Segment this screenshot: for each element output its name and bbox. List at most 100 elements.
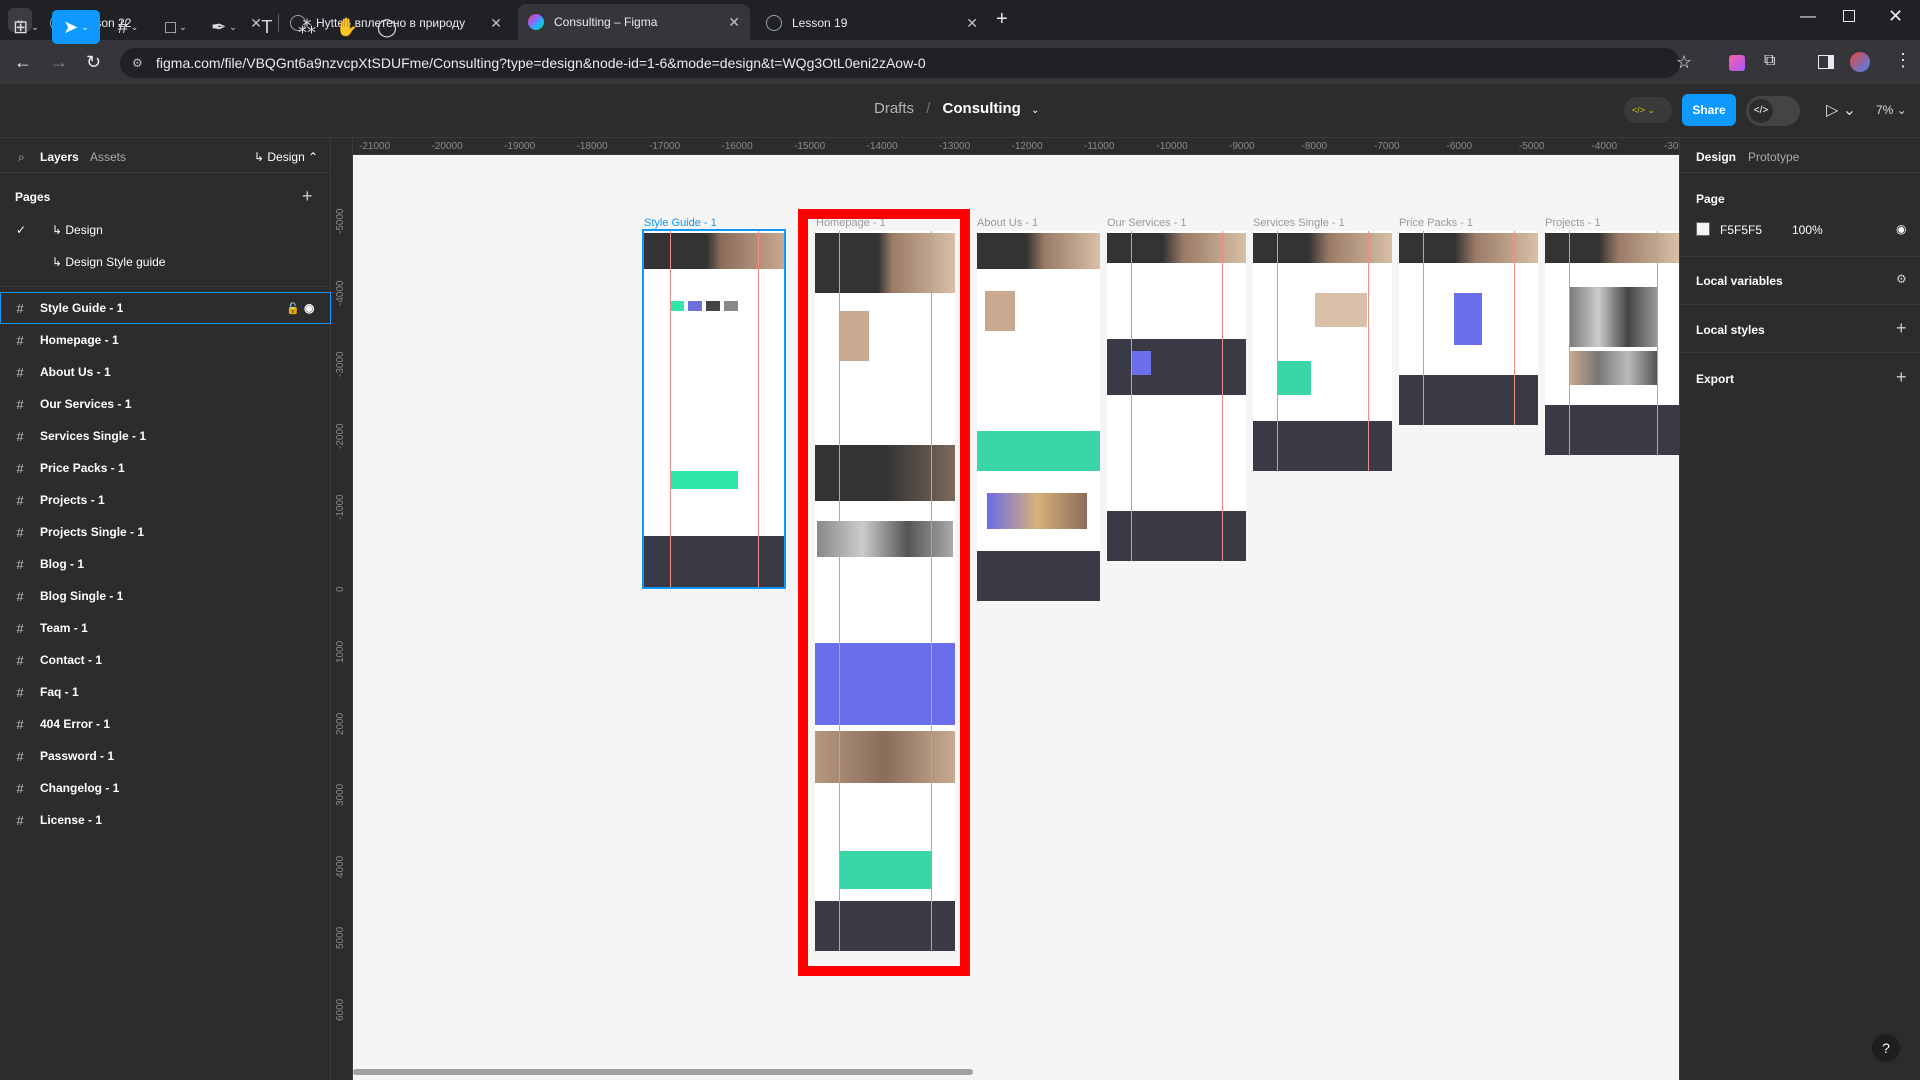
layer-changelog[interactable]: # Changelog - 1 (0, 772, 331, 804)
page-color-swatch[interactable] (1696, 222, 1710, 236)
layer-projects[interactable]: # Projects - 1 (0, 484, 331, 516)
layer-services-single[interactable]: # Services Single - 1 (0, 420, 331, 452)
tab-design[interactable]: Design (1696, 150, 1736, 164)
horizontal-scrollbar[interactable] (353, 1069, 973, 1075)
share-button[interactable]: Share (1682, 94, 1736, 126)
file-name[interactable]: Consulting (943, 100, 1021, 117)
frame-style-guide[interactable] (642, 229, 786, 589)
sidebar-toggle-icon[interactable] (1818, 55, 1834, 69)
bookmark-star-icon[interactable]: ☆ (1676, 52, 1692, 73)
minimize-button[interactable]: — (1800, 8, 1816, 26)
layer-faq[interactable]: # Faq - 1 (0, 676, 331, 708)
dev-mode-badge[interactable]: </> ⌄ (1624, 97, 1672, 123)
frame-price-packs[interactable] (1399, 231, 1538, 425)
frame-projects[interactable] (1545, 231, 1679, 455)
frame-tool-icon[interactable]: # ⌄ (110, 10, 146, 44)
frame-label-price-packs[interactable]: Price Packs - 1 (1399, 217, 1473, 229)
reload-icon[interactable]: ↻ (86, 52, 101, 73)
lock-icon[interactable]: 🔓 (286, 302, 300, 315)
zoom-level[interactable]: 7% ⌄ (1876, 103, 1907, 117)
resources-icon[interactable]: ⁂ (292, 10, 322, 44)
browser-menu-icon[interactable]: ⋮ (1894, 50, 1912, 71)
breadcrumb-separator: / (926, 100, 931, 117)
ruler-tick-label: -7000 (1374, 141, 1400, 152)
layer-homepage[interactable]: # Homepage - 1 (0, 324, 331, 356)
layer-license[interactable]: # License - 1 (0, 804, 331, 836)
breadcrumb-drafts[interactable]: Drafts (874, 100, 914, 117)
shape-tool-icon[interactable]: □ ⌄ (158, 10, 194, 44)
frame-label-our-services[interactable]: Our Services - 1 (1107, 217, 1186, 229)
new-tab-button[interactable]: + (996, 8, 1008, 31)
layout-grid-line (1368, 231, 1369, 471)
chevron-down-icon[interactable]: ⌄ (1031, 105, 1039, 116)
comment-tool-icon[interactable]: ◯ (372, 10, 402, 44)
browser-tab-lesson19[interactable]: Lesson 19 ✕ (756, 6, 988, 40)
add-export-icon[interactable]: + (1896, 367, 1907, 388)
move-tool-icon[interactable]: ➤ ⌄ (52, 10, 100, 44)
search-icon[interactable]: ⌕ (18, 150, 25, 165)
page-item-design[interactable]: ✓ ↳ Design (0, 214, 331, 246)
layer-blog[interactable]: # Blog - 1 (0, 548, 331, 580)
layer-price-packs[interactable]: # Price Packs - 1 (0, 452, 331, 484)
tab-assets[interactable]: Assets (90, 150, 126, 164)
ruler-horizontal: -21000 -20000 -19000 -18000 -17000 -16000 -150… (353, 138, 1679, 155)
eye-icon[interactable]: ◉ (304, 301, 314, 315)
layer-contact[interactable]: # Contact - 1 (0, 644, 331, 676)
present-play-icon[interactable]: ▷ ⌄ (1826, 100, 1856, 120)
add-page-icon[interactable]: + (302, 186, 313, 207)
frame-services-single[interactable] (1253, 231, 1392, 471)
team-photos (987, 493, 1087, 529)
swatch (688, 301, 702, 311)
cta-block (670, 471, 738, 489)
hand-tool-icon[interactable]: ✋ (332, 10, 362, 44)
frame-about-us[interactable] (977, 231, 1100, 601)
page-color-value[interactable]: F5F5F5 (1720, 223, 1762, 237)
profile-avatar[interactable] (1850, 52, 1870, 72)
frame-label-style-guide[interactable]: Style Guide - 1 (644, 217, 717, 229)
layer-password[interactable]: # Password - 1 (0, 740, 331, 772)
close-window-button[interactable]: ✕ (1888, 6, 1903, 27)
site-info-icon[interactable]: ⚙ (132, 48, 143, 78)
frame-label-services-single[interactable]: Services Single - 1 (1253, 217, 1345, 229)
pen-tool-icon[interactable]: ✒ ⌄ (206, 10, 242, 44)
ruler-tick-label: -14000 (866, 141, 898, 152)
restore-button[interactable] (1843, 10, 1855, 22)
layer-blog-single[interactable]: # Blog Single - 1 (0, 580, 331, 612)
ruler-tick-label: -19000 (504, 141, 536, 152)
local-variables-label[interactable]: Local variables (1696, 274, 1783, 288)
close-icon[interactable]: ✕ (966, 15, 978, 32)
page-opacity-value[interactable]: 100% (1792, 223, 1823, 237)
layer-style-guide[interactable]: # Style Guide - 1 🔓 ◉ (0, 292, 331, 324)
layout-grid-line (1277, 231, 1278, 471)
layer-404-error[interactable]: #404 Error - 1 (0, 708, 331, 740)
tab-prototype[interactable]: Prototype (1748, 150, 1799, 164)
main-menu-icon[interactable]: ⊞ ⌄ (8, 10, 44, 44)
eye-icon[interactable]: ◉ (1896, 222, 1906, 236)
url-field[interactable]: ⚙ figma.com/file/VBQGnt6a9nzvcpXtSDUFme/… (120, 48, 1680, 78)
close-icon[interactable]: ✕ (490, 15, 502, 32)
forward-icon[interactable]: → (50, 52, 68, 73)
design-canvas[interactable]: Style Guide - 1 Homepage - 1 About Us - … (353, 155, 1679, 1080)
mode-selector[interactable]: ↳ Design ⌃ (254, 150, 318, 164)
dev-mode-toggle[interactable]: </> (1746, 96, 1800, 126)
browser-tab-figma[interactable]: Consulting – Figma ✕ (518, 4, 750, 40)
layer-projects-single[interactable]: # Projects Single - 1 (0, 516, 331, 548)
variables-icon[interactable]: ⚙ (1896, 272, 1907, 286)
back-icon[interactable]: ← (14, 52, 32, 73)
ruler-tick-label: 4000 (335, 855, 346, 878)
text-tool-icon[interactable]: T (252, 10, 282, 44)
frame-label-projects[interactable]: Projects - 1 (1545, 217, 1601, 229)
frame-label-about-us[interactable]: About Us - 1 (977, 217, 1038, 229)
layer-about-us[interactable]: # About Us - 1 (0, 356, 331, 388)
green-card (1277, 361, 1311, 395)
layer-team[interactable]: # Team - 1 (0, 612, 331, 644)
frame-our-services[interactable] (1107, 231, 1246, 561)
close-icon[interactable]: ✕ (728, 14, 740, 31)
help-icon[interactable]: ? (1872, 1034, 1900, 1062)
extensions-puzzle-icon[interactable]: ⧉ (1764, 52, 1775, 70)
page-item-style-guide[interactable]: ↳ Design Style guide (0, 246, 331, 278)
tab-layers[interactable]: Layers (40, 150, 79, 164)
add-style-icon[interactable]: + (1896, 318, 1907, 339)
extension-icon[interactable] (1729, 55, 1745, 71)
layer-our-services[interactable]: # Our Services - 1 (0, 388, 331, 420)
